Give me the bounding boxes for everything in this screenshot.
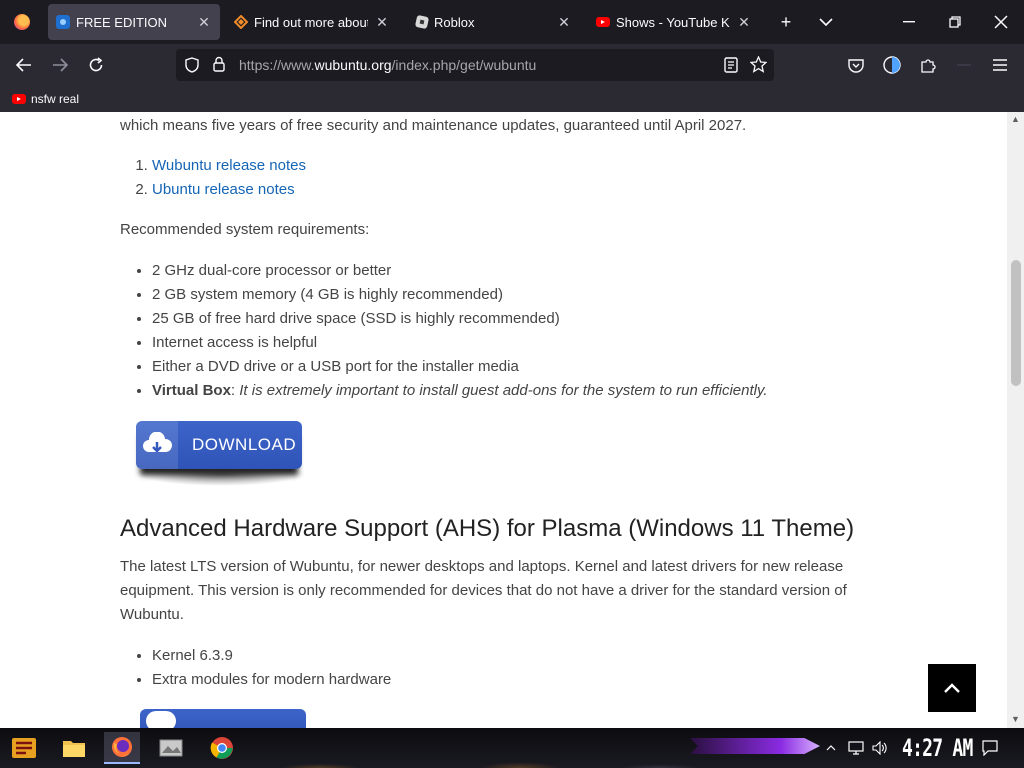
youtube-favicon-icon: [596, 17, 610, 27]
minimize-icon[interactable]: [886, 0, 932, 44]
network-icon[interactable]: [848, 728, 864, 768]
tracking-shield-icon[interactable]: [185, 57, 199, 78]
url-text[interactable]: https://www.wubuntu.org/index.php/get/wu…: [239, 57, 536, 73]
reader-view-icon[interactable]: [724, 57, 738, 78]
reload-icon[interactable]: [82, 51, 110, 79]
requirements-list: 2 GHz dual-core processor or better 2 GB…: [136, 259, 768, 403]
overflow-extension-icon[interactable]: [950, 51, 978, 79]
close-tab-icon[interactable]: ✕: [736, 14, 752, 31]
scrollbar-thumb[interactable]: [1011, 260, 1021, 386]
start-menu-icon[interactable]: [6, 732, 42, 764]
roblox-favicon-icon: [414, 14, 430, 30]
requirements-title: Recommended system requirements:: [120, 221, 370, 238]
list-item: Virtual Box: It is extremely important t…: [152, 379, 768, 403]
new-tab-plus-icon[interactable]: +: [772, 8, 800, 36]
scroll-up-arrow-icon[interactable]: ▲: [1010, 114, 1021, 124]
ahs-feature-list: Kernel 6.3.9 Extra modules for modern ha…: [136, 644, 391, 692]
tab-youtube-kids[interactable]: Shows - YouTube Kids ✕: [588, 4, 760, 40]
bookmark-item[interactable]: nsfw real: [12, 92, 79, 106]
edition-favicon-icon: [56, 15, 70, 29]
chevron-up-icon: [944, 683, 960, 693]
back-to-top-button[interactable]: [928, 664, 976, 712]
url-domain: wubuntu.org: [314, 57, 392, 73]
list-item: Extra modules for modern hardware: [152, 668, 391, 692]
extensions-puzzle-icon[interactable]: [914, 51, 942, 79]
list-item: Either a DVD drive or a USB port for the…: [152, 355, 768, 379]
diamond-favicon-icon: [234, 15, 248, 29]
ahs-download-button[interactable]: [140, 709, 306, 728]
photos-app-icon[interactable]: [154, 732, 190, 764]
tab-strip: FREE EDITION ✕ Find out more about W ✕ R…: [0, 0, 1024, 44]
tab-find-out-more[interactable]: Find out more about W ✕: [226, 4, 398, 40]
tab-free-edition[interactable]: FREE EDITION ✕: [48, 4, 220, 40]
account-icon[interactable]: [878, 51, 906, 79]
forward-arrow-icon[interactable]: [46, 51, 74, 79]
address-bar[interactable]: https://www.wubuntu.org/index.php/get/wu…: [176, 49, 774, 81]
hamburger-menu-icon[interactable]: [986, 51, 1014, 79]
restore-icon[interactable]: [932, 0, 978, 44]
list-item: 2 GB system memory (4 GB is highly recom…: [152, 283, 768, 307]
url-path: /index.php/get/wubuntu: [391, 57, 537, 73]
tab-title: Roblox: [434, 14, 475, 30]
navigation-toolbar: https://www.wubuntu.org/index.php/get/wu…: [0, 44, 1024, 86]
bookmark-label: nsfw real: [31, 92, 80, 106]
ubuntu-release-notes-link[interactable]: Ubuntu release notes: [152, 181, 295, 198]
close-tab-icon[interactable]: ✕: [196, 14, 212, 31]
virtual-box-note: It is extremely important to install gue…: [239, 382, 768, 399]
firefox-menu-icon[interactable]: [0, 0, 44, 44]
show-hidden-icons-chevron-icon[interactable]: [826, 728, 836, 768]
download-button[interactable]: DOWNLOAD: [136, 421, 302, 469]
list-item: Wubuntu release notes: [152, 154, 306, 178]
ahs-heading: Advanced Hardware Support (AHS) for Plas…: [120, 515, 855, 542]
cloud-download-icon: [136, 421, 178, 469]
youtube-icon: [12, 94, 26, 104]
wubuntu-release-notes-link[interactable]: Wubuntu release notes: [152, 157, 306, 174]
cloud-download-icon: [146, 711, 176, 728]
tab-title: Find out more about W: [254, 14, 368, 30]
release-notes-list: Wubuntu release notes Ubuntu release not…: [136, 154, 306, 202]
page-viewport: which means five years of free security …: [0, 112, 1007, 728]
chrome-icon[interactable]: [204, 732, 240, 764]
url-scheme: https://www.: [239, 57, 315, 73]
list-item: Internet access is helpful: [152, 331, 768, 355]
close-tab-icon[interactable]: ✕: [374, 14, 390, 31]
lts-support-text: which means five years of free security …: [120, 117, 747, 134]
list-item: 25 GB of free hard drive space (SSD is h…: [152, 307, 768, 331]
firefox-taskbar-icon[interactable]: [104, 732, 140, 764]
list-item: 2 GHz dual-core processor or better: [152, 259, 768, 283]
download-label: DOWNLOAD: [192, 435, 297, 454]
back-arrow-icon[interactable]: [10, 51, 38, 79]
pocket-icon[interactable]: [842, 51, 870, 79]
tab-roblox[interactable]: Roblox ✕: [408, 4, 580, 40]
list-tabs-chevron-icon[interactable]: [812, 8, 840, 36]
scroll-down-arrow-icon[interactable]: ▼: [1010, 714, 1021, 724]
close-tab-icon[interactable]: ✕: [556, 14, 572, 31]
volume-icon[interactable]: [872, 728, 888, 768]
virtual-box-label: Virtual Box: [152, 382, 231, 399]
notifications-icon[interactable]: [982, 728, 998, 768]
page-scrollbar[interactable]: ▲ ▼: [1007, 112, 1024, 728]
tab-title: Shows - YouTube Kids: [616, 14, 730, 30]
close-window-icon[interactable]: [978, 0, 1024, 44]
bookmark-star-icon[interactable]: [749, 55, 768, 78]
taskbar-decoration: [250, 728, 700, 768]
list-item: Kernel 6.3.9: [152, 644, 391, 668]
bookmarks-toolbar: nsfw real: [0, 86, 1024, 112]
taskbar-purple-accent: [690, 738, 820, 754]
taskbar: 4:27 AM: [0, 728, 1024, 768]
tab-title: FREE EDITION: [76, 14, 168, 30]
file-explorer-icon[interactable]: [56, 732, 92, 764]
ahs-description: The latest LTS version of Wubuntu, for n…: [120, 558, 847, 623]
list-item: Ubuntu release notes: [152, 178, 306, 202]
lock-icon[interactable]: [213, 56, 225, 77]
taskbar-clock[interactable]: 4:27 AM: [902, 734, 973, 762]
